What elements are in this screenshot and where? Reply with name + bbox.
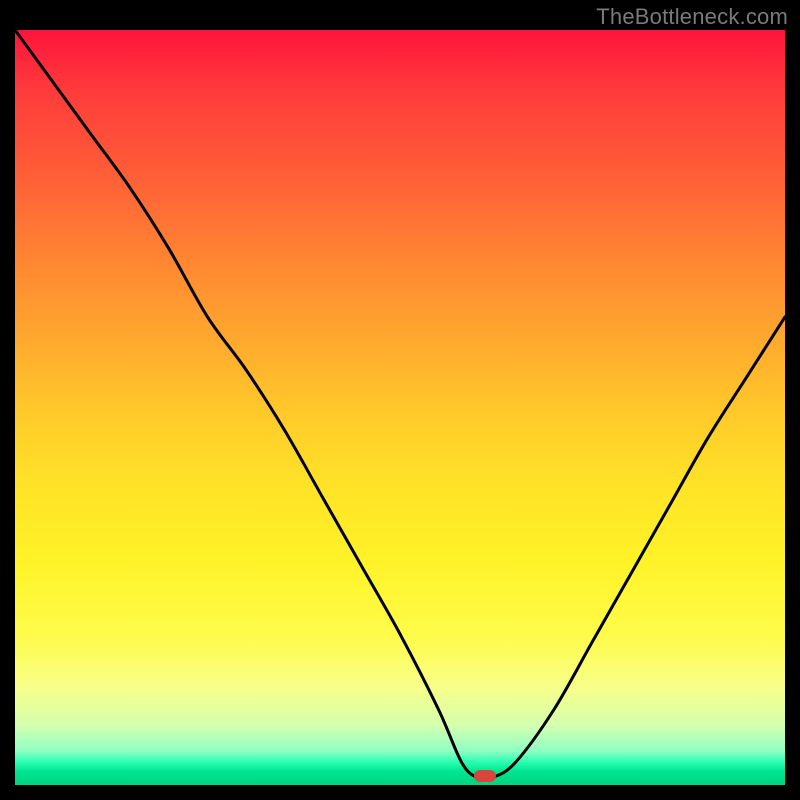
bottleneck-curve [15, 30, 785, 785]
chart-plot-area [15, 30, 785, 785]
minimum-marker [474, 770, 496, 782]
watermark-text: TheBottleneck.com [596, 4, 788, 30]
chart-frame: TheBottleneck.com [0, 0, 800, 800]
